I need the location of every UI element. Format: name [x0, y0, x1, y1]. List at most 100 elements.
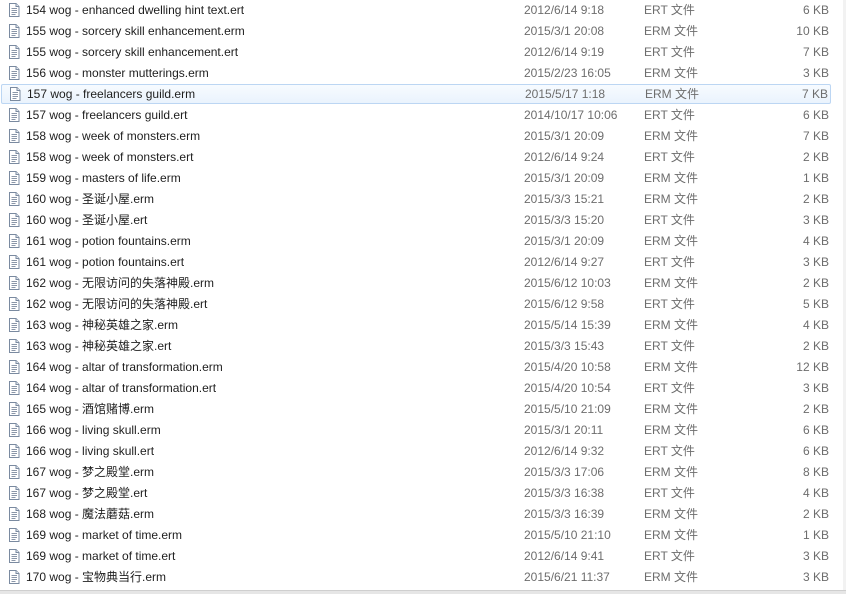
file-date-modified: 2015/4/20 10:58: [524, 360, 611, 374]
file-row[interactable]: 164 wog - altar of transformation.ert 201…: [1, 378, 831, 398]
file-row[interactable]: 167 wog - 梦之殿堂.ert 2015/3/3 16:38 ERT 文件 4 …: [1, 483, 831, 503]
file-size: 5 KB: [802, 297, 829, 311]
file-date-modified: 2015/3/1 20:11: [524, 423, 604, 437]
file-row[interactable]: 160 wog - 圣诞小屋.ert 2015/3/3 15:20 ERT 文件 3 …: [1, 210, 831, 230]
text-file-icon: [7, 318, 21, 332]
file-size: 7 KB: [802, 129, 829, 143]
file-name: 161 wog - potion fountains.erm: [26, 234, 191, 248]
file-row[interactable]: 157 wog - freelancers guild.ert 2014/10/1…: [1, 105, 831, 125]
file-row[interactable]: 156 wog - monster mutterings.erm 2015/2/2…: [1, 63, 831, 83]
file-row[interactable]: 166 wog - living skull.erm 2015/3/1 20:11…: [1, 420, 831, 440]
file-type: ERT 文件: [644, 150, 695, 164]
text-file-icon: [7, 192, 21, 206]
text-file-icon: [7, 549, 21, 563]
file-name: 161 wog - potion fountains.ert: [26, 255, 185, 269]
file-type: ERT 文件: [644, 108, 695, 122]
file-row[interactable]: 159 wog - masters of life.erm 2015/3/1 20…: [1, 168, 831, 188]
file-row[interactable]: 169 wog - market of time.erm 2015/5/10 21…: [1, 525, 831, 545]
text-file-icon: [7, 234, 21, 248]
file-row[interactable]: 170 wog - 宝物典当行.erm 2015/6/21 11:37 ERM 文件…: [1, 567, 831, 587]
horizontal-scrollbar-edge[interactable]: [0, 590, 846, 594]
file-size: 6 KB: [802, 444, 829, 458]
file-row[interactable]: 164 wog - altar of transformation.erm 201…: [1, 357, 831, 377]
file-date-modified: 2015/5/10 21:10: [524, 528, 611, 542]
file-type: ERM 文件: [644, 528, 699, 542]
file-date-modified: 2012/6/14 9:24: [524, 150, 605, 164]
file-date-modified: 2015/3/3 15:20: [524, 213, 605, 227]
text-file-icon: [7, 213, 21, 227]
file-date-modified: 2015/2/23 16:05: [524, 66, 611, 80]
file-row[interactable]: 157 wog - freelancers guild.erm 2015/5/17…: [1, 84, 831, 104]
file-name: 157 wog - freelancers guild.erm: [27, 87, 196, 101]
file-row[interactable]: 163 wog - 神秘英雄之家.ert 2015/3/3 15:43 ERT 文件…: [1, 336, 831, 356]
file-row[interactable]: 154 wog - enhanced dwelling hint text.er…: [1, 0, 831, 20]
file-name: 158 wog - week of monsters.ert: [26, 150, 194, 164]
file-row[interactable]: 155 wog - sorcery skill enhancement.ert 2…: [1, 42, 831, 62]
file-type: ERM 文件: [644, 402, 699, 416]
file-name: 164 wog - altar of transformation.erm: [26, 360, 223, 374]
file-size: 3 KB: [802, 213, 829, 227]
file-size: 3 KB: [802, 549, 829, 563]
file-name: 159 wog - masters of life.erm: [26, 171, 181, 185]
file-row[interactable]: 160 wog - 圣诞小屋.erm 2015/3/3 15:21 ERM 文件 2 …: [1, 189, 831, 209]
text-file-icon: [7, 570, 21, 584]
file-row[interactable]: 162 wog - 无限访问的失落神殿.ert 2015/6/12 9:58 ERT…: [1, 294, 831, 314]
text-file-icon: [7, 528, 21, 542]
file-row[interactable]: 167 wog - 梦之殿堂.erm 2015/3/3 17:06 ERM 文件 8 …: [1, 462, 831, 482]
file-size: 2 KB: [802, 192, 829, 206]
file-date-modified: 2015/5/10 21:09: [524, 402, 611, 416]
text-file-icon: [7, 507, 21, 521]
file-name: 169 wog - market of time.ert: [26, 549, 176, 563]
file-name: 162 wog - 无限访问的失落神殿.erm: [26, 276, 215, 290]
text-file-icon: [7, 150, 21, 164]
file-row[interactable]: 168 wog - 魔法蘑菇.erm 2015/3/3 16:39 ERM 文件 2 …: [1, 504, 831, 524]
file-size: 4 KB: [802, 486, 829, 500]
file-row[interactable]: 169 wog - market of time.ert 2012/6/14 9:…: [1, 546, 831, 566]
file-type: ERM 文件: [645, 87, 700, 101]
file-date-modified: 2015/3/3 16:38: [524, 486, 605, 500]
file-row[interactable]: 161 wog - potion fountains.ert 2012/6/14 …: [1, 252, 831, 272]
text-file-icon: [7, 360, 21, 374]
file-type: ERT 文件: [644, 213, 695, 227]
text-file-icon: [7, 3, 21, 17]
text-file-icon: [7, 108, 21, 122]
text-file-icon: [7, 255, 21, 269]
text-file-icon: [7, 24, 21, 38]
file-name: 163 wog - 神秘英雄之家.erm: [26, 318, 179, 332]
text-file-icon: [8, 87, 22, 101]
file-date-modified: 2015/3/1 20:09: [524, 129, 605, 143]
file-row[interactable]: 166 wog - living skull.ert 2012/6/14 9:32…: [1, 441, 831, 461]
file-name: 166 wog - living skull.erm: [26, 423, 161, 437]
file-date-modified: 2012/6/14 9:19: [524, 45, 605, 59]
file-size: 3 KB: [802, 381, 829, 395]
file-type: ERT 文件: [644, 3, 695, 17]
file-name: 167 wog - 梦之殿堂.ert: [26, 486, 148, 500]
file-name: 166 wog - living skull.ert: [26, 444, 155, 458]
file-name: 155 wog - sorcery skill enhancement.erm: [26, 24, 245, 38]
file-row[interactable]: 163 wog - 神秘英雄之家.erm 2015/5/14 15:39 ERM 文…: [1, 315, 831, 335]
file-size: 3 KB: [802, 570, 829, 584]
file-date-modified: 2012/6/14 9:18: [524, 3, 605, 17]
text-file-icon: [7, 276, 21, 290]
file-date-modified: 2012/6/14 9:41: [524, 549, 605, 563]
file-type: ERM 文件: [644, 465, 699, 479]
file-row[interactable]: 161 wog - potion fountains.erm 2015/3/1 2…: [1, 231, 831, 251]
file-date-modified: 2015/3/3 15:21: [524, 192, 605, 206]
file-row[interactable]: 162 wog - 无限访问的失落神殿.erm 2015/6/12 10:03 ER…: [1, 273, 831, 293]
file-type: ERT 文件: [644, 339, 695, 353]
file-row[interactable]: 158 wog - week of monsters.ert 2012/6/14 …: [1, 147, 831, 167]
file-name: 155 wog - sorcery skill enhancement.ert: [26, 45, 239, 59]
file-row[interactable]: 155 wog - sorcery skill enhancement.erm 2…: [1, 21, 831, 41]
file-size: 2 KB: [802, 402, 829, 416]
file-row[interactable]: 158 wog - week of monsters.erm 2015/3/1 2…: [1, 126, 831, 146]
file-size: 3 KB: [802, 255, 829, 269]
text-file-icon: [7, 444, 21, 458]
file-size: 4 KB: [802, 234, 829, 248]
file-date-modified: 2015/4/20 10:54: [524, 381, 611, 395]
file-date-modified: 2015/5/14 15:39: [524, 318, 611, 332]
file-row[interactable]: 165 wog - 酒馆赌博.erm 2015/5/10 21:09 ERM 文件 2…: [1, 399, 831, 419]
file-name: 156 wog - monster mutterings.erm: [26, 66, 209, 80]
file-type: ERM 文件: [644, 129, 699, 143]
file-size: 3 KB: [802, 66, 829, 80]
file-date-modified: 2014/10/17 10:06: [524, 108, 618, 122]
